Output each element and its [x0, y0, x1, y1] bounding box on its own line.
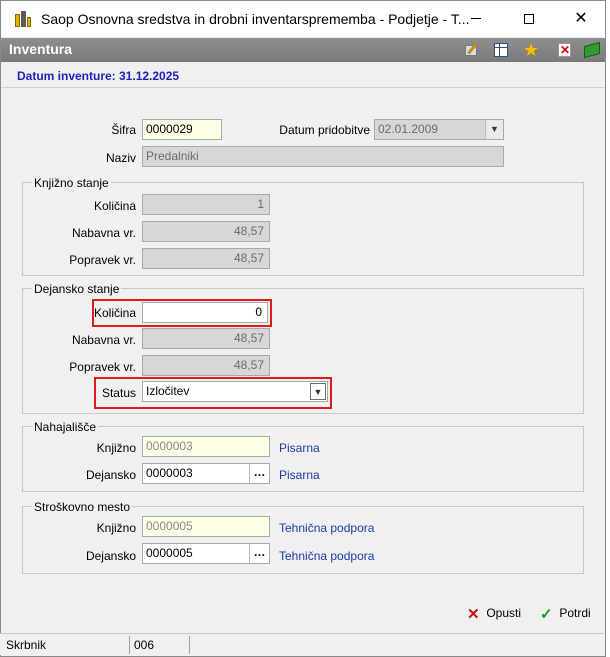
naziv-input[interactable]: Predalniki — [142, 146, 504, 167]
edit-icon[interactable] — [463, 41, 481, 59]
stroskovno-knjizno-label: Knjižno — [96, 521, 136, 535]
knjizno-kolicina-field: 1 — [142, 194, 270, 215]
favorite-star-icon[interactable]: ★ — [523, 41, 541, 59]
confirm-button[interactable]: ✓ Potrdi — [540, 605, 591, 625]
app-icon — [15, 11, 31, 27]
status-select[interactable]: Izločitev ▼ — [142, 381, 328, 402]
sifra-input[interactable]: 0000029 — [142, 119, 222, 140]
dejansko-kolicina-input[interactable]: 0 — [142, 302, 268, 323]
stroskovno-mesto-group — [22, 506, 584, 574]
dejansko-stanje-legend: Dejansko stanje — [32, 282, 122, 296]
inventory-date-strip: Datum inventure: 31.12.2025 — [1, 63, 605, 88]
nahajalisce-knjizno-name: Pisarna — [279, 441, 320, 455]
delete-icon[interactable]: ✕ — [556, 41, 574, 59]
stroskovno-dejansko-value: 0000005 — [146, 546, 193, 560]
stroskovno-mesto-legend: Stroškovno mesto — [32, 500, 133, 514]
nahajalisce-dejansko-input[interactable]: 0000003 … — [142, 463, 270, 484]
nahajalisce-knjizno-field: 0000003 — [142, 436, 270, 457]
confirm-check-icon: ✓ — [540, 606, 553, 623]
close-button[interactable]: ✕ — [558, 1, 604, 37]
stroskovno-dejansko-name: Tehnična podpora — [279, 549, 375, 563]
knjizno-stanje-legend: Knjižno stanje — [32, 176, 111, 190]
nahajalisce-knjizno-label: Knjižno — [96, 441, 136, 455]
datum-pridobitve-field[interactable]: 02.01.2009 ▼ — [374, 119, 504, 140]
title-bar: Saop Osnovna sredstva in drobni inventar… — [1, 1, 605, 37]
stroskovno-knjizno-field: 0000005 — [142, 516, 270, 537]
table-icon[interactable] — [492, 41, 510, 59]
dejansko-kolicina-label: Količina — [93, 306, 136, 320]
knjizno-nabavna-label: Nabavna vr. — [71, 226, 136, 240]
maximize-icon — [524, 13, 534, 24]
nahajalisce-group — [22, 426, 584, 492]
sifra-label: Šifra — [111, 123, 136, 137]
dejansko-popravek-field: 48,57 — [142, 355, 270, 376]
nahajalisce-legend: Nahajališče — [32, 420, 99, 434]
statusbar-value: 006 — [130, 636, 190, 654]
status-label: Status — [101, 386, 136, 400]
stroskovno-dejansko-label: Dejansko — [85, 549, 136, 563]
nahajalisce-dejansko-name: Pisarna — [279, 468, 320, 482]
minimize-icon — [471, 18, 481, 20]
dejansko-nabavna-label: Nabavna vr. — [71, 333, 136, 347]
book-icon[interactable] — [584, 41, 602, 59]
datum-pridobitve-label: Datum pridobitve — [279, 123, 370, 137]
status-bar: Skrbnik 006 — [0, 633, 604, 655]
nahajalisce-browse-icon[interactable]: … — [249, 464, 269, 483]
form-title: Inventura — [9, 41, 73, 57]
confirm-label: Potrdi — [559, 606, 591, 621]
window-edge — [606, 0, 610, 657]
dejansko-popravek-label: Popravek vr. — [69, 360, 136, 374]
stroskovno-dejansko-input[interactable]: 0000005 … — [142, 543, 270, 564]
knjizno-popravek-label: Popravek vr. — [69, 253, 136, 267]
maximize-button[interactable] — [506, 1, 552, 37]
knjizno-nabavna-field: 48,57 — [142, 221, 270, 242]
statusbar-label: Skrbnik — [2, 636, 130, 654]
cancel-button[interactable]: ✕ Opusti — [467, 605, 521, 625]
knjizno-popravek-field: 48,57 — [142, 248, 270, 269]
datum-dropdown-icon[interactable]: ▼ — [485, 120, 503, 139]
inventory-date: Datum inventure: 31.12.2025 — [17, 69, 180, 83]
form-header: Inventura ★ ✕ — [1, 38, 605, 62]
nahajalisce-dejansko-value: 0000003 — [146, 466, 193, 480]
status-dropdown-icon[interactable]: ▼ — [310, 383, 326, 400]
cancel-label: Opusti — [486, 606, 522, 621]
dejansko-nabavna-field: 48,57 — [142, 328, 270, 349]
knjizno-kolicina-label: Količina — [93, 199, 136, 213]
window-title: Saop Osnovna sredstva in drobni inventar… — [41, 11, 470, 27]
nahajalisce-dejansko-label: Dejansko — [85, 468, 136, 482]
stroskovno-knjizno-name: Tehnična podpora — [279, 521, 375, 535]
datum-pridobitve-value: 02.01.2009 — [378, 122, 439, 136]
cancel-x-icon: ✕ — [467, 606, 480, 623]
minimize-button[interactable] — [453, 1, 499, 37]
naziv-label: Naziv — [105, 151, 136, 165]
status-value: Izločitev — [146, 384, 190, 398]
stroskovno-browse-icon[interactable]: … — [249, 544, 269, 563]
